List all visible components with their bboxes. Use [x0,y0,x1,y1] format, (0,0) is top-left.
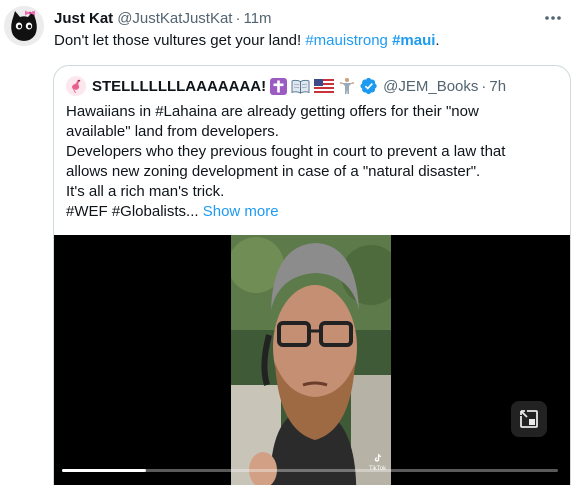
quoted-avatar[interactable] [66,76,86,96]
quoted-tweet[interactable]: STELLLLLLLAAAAAAA! @JEM_Books · 7h Hawai… [53,65,571,485]
quoted-text-line: Hawaiians in #Lahaina are already gettin… [66,103,479,120]
quoted-tweet-header: STELLLLLLLAAAAAAA! @JEM_Books · 7h [66,75,506,97]
separator-dot: · [235,9,241,27]
display-name[interactable]: Just Kat [54,10,113,27]
video-player[interactable]: TikTok [54,235,570,485]
video-frame [231,235,391,485]
quoted-text-line: allows new zoning development in case of… [66,163,481,180]
quoted-hashtags: #WEF #Globalists... [66,203,199,220]
quoted-separator-dot: · [481,77,487,95]
flamingo-icon [72,79,81,93]
hashtag-maui[interactable]: #maui [392,32,435,49]
quoted-timestamp[interactable]: 7h [489,78,506,95]
quoted-text-line: available" land from developers. [66,123,279,140]
avatar[interactable] [4,6,44,46]
picture-in-picture-button[interactable] [511,401,547,437]
more-dots-icon [545,16,561,20]
tweet-text: Don't let those vultures get your land! … [54,31,440,51]
quoted-tweet-text: Hawaiians in #Lahaina are already gettin… [66,102,566,222]
tweet-text-body: Don't let those vultures get your land! [54,32,306,49]
quoted-text-last-line: #WEF #Globalists... Show more [66,202,566,222]
video-progress-fill [62,469,147,472]
cross-emoji [270,77,288,95]
verified-badge-icon [360,77,378,95]
video-thumbnail-image [231,235,391,485]
tweet-header: Just Kat @JustKatJustKat · 11m [54,8,272,28]
hashtag-mauistrong[interactable]: #mauistrong [305,32,388,49]
quoted-text-line: It's all a rich man's trick. [66,183,225,200]
person-emoji [338,77,356,95]
user-handle[interactable]: @JustKatJustKat [117,10,232,27]
picture-in-picture-icon [520,410,538,428]
cat-avatar-image [4,6,44,46]
tiktok-logo-icon [374,454,381,462]
us-flag-emoji [314,79,335,93]
more-options-button[interactable] [543,8,563,28]
show-more-link[interactable]: Show more [203,203,279,220]
tweet-text-end: . [435,32,440,49]
tweet[interactable]: Just Kat @JustKatJustKat · 11m Don't let… [0,0,583,485]
video-progress-bar[interactable] [62,469,558,472]
quoted-display-name[interactable]: STELLLLLLLAAAAAAA! [92,78,266,95]
book-emoji [291,79,310,94]
quoted-text-line: Developers who they previous fought in c… [66,143,506,160]
timestamp[interactable]: 11m [243,10,271,27]
quoted-user-handle[interactable]: @JEM_Books [383,78,478,95]
